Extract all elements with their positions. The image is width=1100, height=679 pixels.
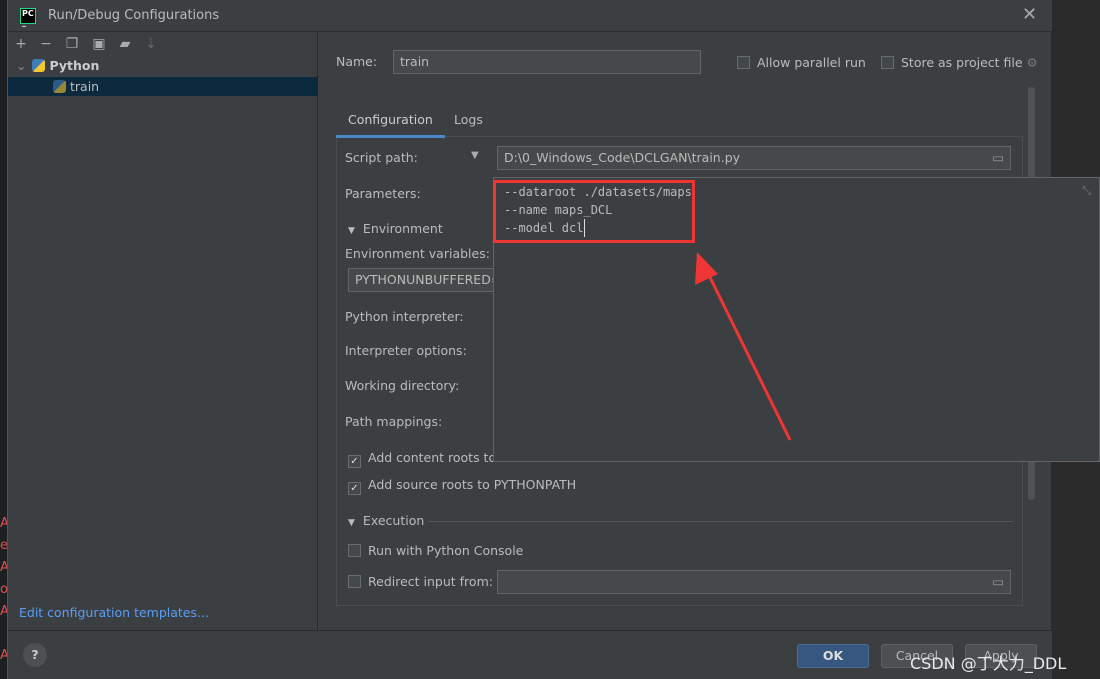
add-source-roots-checkbox[interactable]: ✓ Add source roots to PYTHONPATH xyxy=(348,477,576,495)
env-vars-label: Environment variables: xyxy=(345,246,490,261)
chevron-down-icon[interactable]: ⌄ xyxy=(16,58,26,73)
copy-icon[interactable]: ❐ xyxy=(62,36,82,52)
gear-icon[interactable]: ⚙ xyxy=(1027,55,1038,70)
tree-item-train[interactable]: train xyxy=(53,79,99,94)
folder-add-icon[interactable]: ▰ xyxy=(115,36,135,52)
allow-parallel-checkbox[interactable]: Allow parallel run xyxy=(737,55,866,70)
config-sidebar: + − ❐ ▣ ▰ ⇣ ⌄ Python train Edit configura… xyxy=(8,32,318,630)
tab-configuration[interactable]: Configuration xyxy=(336,112,445,138)
folder-icon[interactable]: ▭ xyxy=(992,574,1004,589)
plus-icon[interactable]: + xyxy=(11,36,31,52)
tab-logs[interactable]: Logs xyxy=(454,112,483,127)
script-path-input[interactable]: D:\0_Windows_Code\DCLGAN\train.py ▭ xyxy=(497,146,1011,170)
store-project-checkbox[interactable]: Store as project file ⚙ xyxy=(881,55,1038,70)
tree-group-python[interactable]: ⌄ Python xyxy=(16,58,99,73)
parameters-label: Parameters: xyxy=(345,186,421,201)
ok-button[interactable]: OK xyxy=(797,644,869,668)
dialog-title: Run/Debug Configurations xyxy=(48,8,220,23)
interpreter-label: Python interpreter: xyxy=(345,309,464,324)
help-button[interactable]: ? xyxy=(23,643,47,667)
edit-templates-link[interactable]: Edit configuration templates... xyxy=(19,605,209,620)
redirect-input-field[interactable]: ▭ xyxy=(497,570,1011,594)
background-ide-strip: AeAoAA xyxy=(0,0,9,679)
name-label: Name: xyxy=(336,54,378,69)
close-icon[interactable]: ✕ xyxy=(1022,4,1037,25)
collapse-icon[interactable]: ⤡ xyxy=(1082,184,1091,198)
checkbox[interactable] xyxy=(348,544,361,557)
checkbox[interactable] xyxy=(881,56,894,69)
watermark: CSDN @丁大力_DDL xyxy=(910,654,1067,673)
name-input[interactable]: train xyxy=(393,50,701,74)
dropdown-arrow-icon[interactable]: ▼ xyxy=(471,150,479,161)
run-console-checkbox[interactable]: Run with Python Console xyxy=(348,543,523,558)
script-path-label: Script path: xyxy=(345,150,418,165)
folder-icon[interactable]: ▭ xyxy=(992,150,1004,165)
python-icon xyxy=(32,59,46,72)
path-mappings-label: Path mappings: xyxy=(345,414,443,429)
env-vars-input[interactable]: PYTHONUNBUFFERED= xyxy=(348,268,508,292)
triangle-down-icon: ▼ xyxy=(348,518,355,528)
checkbox-checked[interactable]: ✓ xyxy=(348,455,361,468)
python-icon xyxy=(53,80,66,93)
save-icon[interactable]: ▣ xyxy=(89,36,109,52)
working-dir-label: Working directory: xyxy=(345,378,460,393)
execution-section[interactable]: ▼ Execution xyxy=(348,513,424,528)
environment-section[interactable]: ▼ Environment xyxy=(348,221,443,236)
minus-icon[interactable]: − xyxy=(36,36,56,52)
checkbox[interactable] xyxy=(737,56,750,69)
checkbox-checked[interactable]: ✓ xyxy=(348,482,361,495)
add-content-roots-checkbox[interactable]: ✓ Add content roots to xyxy=(348,450,496,468)
pycharm-logo: PC _ xyxy=(20,8,36,27)
sort-icon[interactable]: ⇣ xyxy=(141,36,161,52)
redirect-input-checkbox[interactable]: Redirect input from: xyxy=(348,574,493,589)
checkbox[interactable] xyxy=(348,575,361,588)
triangle-down-icon: ▼ xyxy=(348,226,355,236)
title-bar: PC _ Run/Debug Configurations ✕ xyxy=(8,0,1052,32)
interp-options-label: Interpreter options: xyxy=(345,343,467,358)
highlight-box-annotation xyxy=(493,180,695,243)
divider xyxy=(428,521,1013,522)
dialog-footer: ? OK Cancel Apply xyxy=(8,630,1052,679)
